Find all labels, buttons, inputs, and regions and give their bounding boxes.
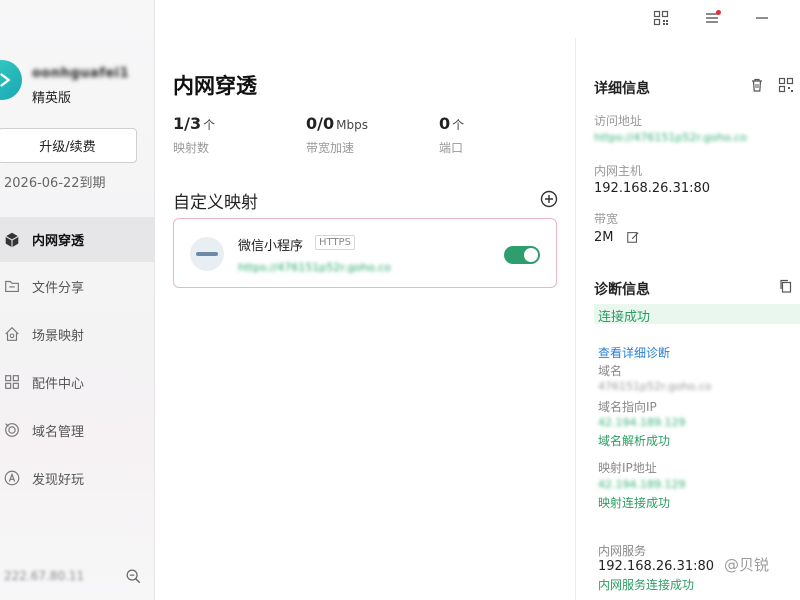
compass-icon [2, 468, 22, 488]
notification-dot [716, 10, 721, 15]
copy-icon[interactable] [778, 278, 794, 294]
mapping-card[interactable]: 微信小程序 HTTPS https://476151p52r.goho.co [173, 218, 557, 288]
avatar[interactable] [0, 60, 22, 100]
menu-button[interactable] [702, 8, 722, 28]
toggle-knob [524, 248, 538, 262]
stat-unit: Mbps [336, 118, 368, 132]
upgrade-button[interactable]: 升级/续费 [0, 128, 137, 163]
sidebar-nav: 内网穿透 文件分享 场景映射 配件中心 域名管理 发现好玩 [0, 217, 155, 502]
stat-value: 0/0 [306, 114, 335, 133]
intranet-host-value: 192.168.26.31:80 [594, 181, 711, 196]
grid-icon [2, 372, 22, 392]
cube-icon [2, 230, 22, 250]
sidebar-item-label: 发现好玩 [32, 472, 85, 488]
access-address-label: 访问地址 [594, 114, 643, 128]
connection-status: 连接成功 [598, 310, 651, 325]
view-diagnostic-link[interactable]: 查看详细诊断 [598, 344, 670, 361]
access-address-value[interactable]: https://476151p52r.goho.co [594, 131, 747, 144]
target-icon [2, 420, 22, 440]
add-mapping-icon[interactable] [539, 189, 559, 209]
edit-icon[interactable] [626, 230, 640, 244]
expire-date: 2026-06-22到期 [4, 176, 106, 191]
username: oonhguafei1 [32, 66, 130, 81]
stat-unit: 个 [452, 118, 465, 132]
diagnostic-title: 诊断信息 [594, 282, 650, 298]
detail-panel: 详细信息 访问地址 https://476151p52r.goho.co 内网主… [575, 38, 800, 600]
domain-ip-label: 域名指向IP [598, 400, 657, 414]
mapping-name: 微信小程序 [238, 239, 304, 254]
intranet-service-label: 内网服务 [598, 544, 647, 558]
mapping-ip-status: 映射连接成功 [598, 496, 671, 510]
section-title-custom-mapping: 自定义映射 [173, 193, 258, 213]
sidebar-item-label: 域名管理 [32, 424, 85, 440]
mapping-app-icon [190, 237, 224, 271]
trash-icon[interactable] [749, 77, 765, 93]
page-title: 内网穿透 [173, 74, 257, 98]
mapping-ip-value: 42.194.189.129 [598, 478, 686, 491]
sidebar-item-domain[interactable]: 域名管理 [0, 406, 155, 454]
sidebar-item-scene-mapping[interactable]: 场景映射 [0, 310, 155, 358]
intranet-service-status: 内网服务连接成功 [598, 578, 695, 592]
domain-ip-status: 域名解析成功 [598, 434, 671, 448]
domain-value: 476151p52r.goho.co [598, 380, 712, 393]
sidebar-item-label: 内网穿透 [32, 234, 85, 249]
app-window: oonhguafei1 精英版 升级/续费 2026-06-22到期 内网穿透 … [0, 0, 800, 600]
public-ip: 222.67.80.11 [4, 569, 85, 583]
sidebar-item-intranet[interactable]: 内网穿透 [0, 217, 155, 262]
minimize-button[interactable] [752, 8, 772, 28]
mapping-url[interactable]: https://476151p52r.goho.co [238, 261, 391, 274]
sidebar-item-discover[interactable]: 发现好玩 [0, 454, 155, 502]
detail-title: 详细信息 [594, 81, 650, 97]
house-icon [2, 324, 22, 344]
stat-label: 带宽加速 [306, 141, 355, 155]
bandwidth-value: 2M [594, 230, 614, 245]
mapping-ip-label: 映射IP地址 [598, 461, 657, 475]
stat-value: 0 [439, 114, 451, 133]
stat-label: 映射数 [173, 141, 210, 155]
bandwidth-label: 带宽 [594, 212, 619, 226]
sidebar-item-label: 配件中心 [32, 376, 85, 392]
qr-code-icon [653, 10, 669, 26]
stat-unit: 个 [203, 118, 216, 132]
main-content: 内网穿透 1/3 个 映射数 0/0 Mbps 带宽加速 0个 端口 自定义映射 微… [155, 38, 575, 600]
logo-icon [0, 73, 10, 87]
stat-label: 端口 [439, 141, 464, 155]
domain-ip-value: 42.194.189.129 [598, 416, 686, 429]
stat-ports: 0个 端口 [439, 114, 464, 156]
protocol-badge: HTTPS [315, 235, 355, 250]
sidebar-item-label: 文件分享 [32, 280, 85, 296]
sidebar-item-accessories[interactable]: 配件中心 [0, 358, 155, 406]
qr-code-icon[interactable] [778, 77, 794, 93]
zoom-icon[interactable] [124, 567, 142, 585]
sidebar-item-file-share[interactable]: 文件分享 [0, 262, 155, 310]
mapping-enable-toggle[interactable] [504, 246, 540, 264]
domain-label: 域名 [598, 364, 623, 378]
connection-status-bar: 连接成功 [594, 304, 800, 325]
watermark: @贝锐 [724, 556, 770, 574]
stat-bandwidth: 0/0 Mbps 带宽加速 [306, 114, 368, 156]
sidebar: oonhguafei1 精英版 升级/续费 2026-06-22到期 内网穿透 … [0, 0, 155, 600]
intranet-host-label: 内网主机 [594, 164, 643, 178]
intranet-service-value: 192.168.26.31:80 [598, 559, 715, 574]
stat-value: 1/3 [173, 114, 202, 133]
stat-mapping-count: 1/3 个 映射数 [173, 114, 215, 156]
plan-badge: 精英版 [32, 91, 72, 106]
sidebar-item-label: 场景映射 [32, 328, 85, 344]
qr-code-button[interactable] [651, 8, 671, 28]
minimize-icon [756, 17, 768, 19]
folder-icon [2, 276, 22, 296]
